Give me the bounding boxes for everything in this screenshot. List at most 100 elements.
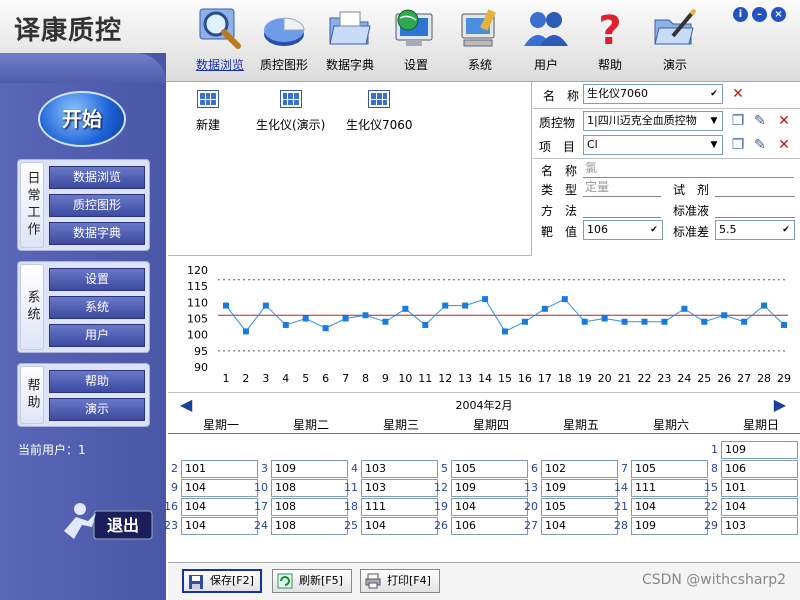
magnifier-icon <box>199 8 241 49</box>
refresh-button[interactable]: 刷新[F5] <box>272 569 352 593</box>
day-value-input[interactable]: 105 <box>541 498 618 516</box>
users-icon <box>524 12 568 46</box>
sidebar-item-settings[interactable]: 设置 <box>49 268 145 291</box>
standard-value <box>715 200 795 218</box>
list-item-analyzer-7060[interactable]: 生化仪7060 <box>346 90 413 133</box>
day-value-input[interactable]: 109 <box>631 517 708 535</box>
edit-icon[interactable]: ✎ <box>751 112 769 130</box>
start-button[interactable]: 开始 <box>38 91 126 147</box>
data-point <box>342 315 349 322</box>
day-value-input[interactable]: 104 <box>181 498 258 516</box>
check-icon: ✔ <box>710 89 718 99</box>
sidebar-item-data-dictionary[interactable]: 数据字典 <box>49 222 145 245</box>
x-tick-label: 1 <box>223 372 230 385</box>
day-value-input[interactable]: 104 <box>721 498 798 516</box>
day-value-input[interactable]: 108 <box>271 517 348 535</box>
day-value-input[interactable]: 104 <box>631 498 708 516</box>
item-select[interactable]: Cl ▼ <box>583 135 723 155</box>
day-value-input[interactable]: 109 <box>541 479 618 497</box>
sidebar-item-help[interactable]: 帮助 <box>49 370 145 393</box>
day-value-input[interactable]: 108 <box>271 479 348 497</box>
copy-icon[interactable]: ❐ <box>729 136 747 154</box>
question-icon: ? <box>598 8 621 52</box>
sd-field[interactable]: 5.5 ✔ <box>715 220 795 240</box>
calendar-day: 20 105 <box>524 498 618 516</box>
day-value-input[interactable]: 111 <box>361 498 438 516</box>
qc-material-select[interactable]: 1|四川迈克全血质控物 ▼ <box>583 111 723 131</box>
day-value-input[interactable]: 103 <box>721 517 798 535</box>
target-field[interactable]: 106 ✔ <box>583 220 663 240</box>
day-value-input[interactable]: 102 <box>541 460 618 478</box>
day-value-input[interactable]: 106 <box>721 460 798 478</box>
day-value-input[interactable]: 101 <box>181 460 258 478</box>
toolbar-button-demo[interactable]: 演示 <box>643 6 707 76</box>
x-tick-label: 12 <box>438 372 452 385</box>
minimize-button[interactable]: – <box>752 7 767 22</box>
info-button[interactable]: i <box>733 7 748 22</box>
toolbar-label: 系统 <box>467 58 492 72</box>
delete-icon[interactable]: ✕ <box>775 112 793 130</box>
calendar-day: 14 111 <box>614 479 708 497</box>
close-button[interactable]: × <box>771 7 786 22</box>
day-number: 16 <box>164 500 178 513</box>
toolbar-button-data-dictionary[interactable]: 数据字典 <box>318 6 382 76</box>
app-title: 译康质控 <box>14 16 123 46</box>
copy-icon[interactable]: ❐ <box>729 112 747 130</box>
exit-button[interactable]: 退出 <box>60 501 154 545</box>
list-item-new[interactable]: 新建 <box>196 90 220 133</box>
day-value-input[interactable]: 109 <box>451 479 528 497</box>
toolbar-button-qc-graph[interactable]: 质控图形 <box>252 6 316 76</box>
day-value-input[interactable]: 104 <box>181 479 258 497</box>
delete-icon[interactable]: ✕ <box>775 136 793 154</box>
printer-icon <box>365 573 381 589</box>
type-value: 定量 <box>583 179 661 197</box>
method-label: 方 法 <box>541 204 578 218</box>
sidebar-item-users[interactable]: 用户 <box>49 324 145 347</box>
sidebar-item-system[interactable]: 系统 <box>49 296 145 319</box>
sidebar-item-qc-graph[interactable]: 质控图形 <box>49 194 145 217</box>
toolbar-button-settings[interactable]: 设置 <box>384 6 448 76</box>
save-button[interactable]: 保存[F2] <box>182 569 262 593</box>
day-value-input[interactable]: 104 <box>181 517 258 535</box>
standard-label: 标准液 <box>673 204 710 218</box>
monitor-globe-icon <box>395 9 433 46</box>
day-value-input[interactable]: 106 <box>451 517 528 535</box>
data-point <box>661 318 668 325</box>
toolbar-button-data-browse[interactable]: 数据浏览 <box>188 6 252 76</box>
toolbar-button-users[interactable]: 用户 <box>514 6 578 76</box>
toolbar-button-system[interactable]: 系统 <box>448 6 512 76</box>
day-value-input[interactable]: 111 <box>631 479 708 497</box>
day-value-input[interactable]: 105 <box>631 460 708 478</box>
list-item-demo-analyzer[interactable]: 生化仪(演示) <box>256 90 325 133</box>
day-value-input[interactable]: 109 <box>271 460 348 478</box>
print-button[interactable]: 打印[F4] <box>360 569 440 593</box>
svg-text:?: ? <box>598 8 621 52</box>
toolbar-label: 质控图形 <box>259 58 308 72</box>
data-point <box>482 296 489 303</box>
x-tick-label: 14 <box>478 372 492 385</box>
x-tick-label: 5 <box>302 372 309 385</box>
day-value-input[interactable]: 108 <box>271 498 348 516</box>
x-tick-label: 21 <box>618 372 632 385</box>
sidebar-item-demo[interactable]: 演示 <box>49 398 145 421</box>
day-value-input[interactable]: 101 <box>721 479 798 497</box>
day-value-input[interactable]: 105 <box>451 460 528 478</box>
group-help: 帮助 帮助 演示 <box>17 363 150 427</box>
sidebar-item-data-browse[interactable]: 数据浏览 <box>49 166 145 189</box>
x-tick-label: 23 <box>657 372 671 385</box>
edit-icon[interactable]: ✎ <box>751 136 769 154</box>
name-field[interactable]: 生化仪7060 ✔ <box>583 84 723 104</box>
y-tick-label: 105 <box>187 313 208 326</box>
check-icon: ✔ <box>782 225 790 235</box>
day-value-input[interactable]: 103 <box>361 479 438 497</box>
toolbar-button-help[interactable]: ? 帮助 <box>578 6 642 76</box>
delete-icon[interactable]: ✕ <box>729 85 747 103</box>
day-value-input[interactable]: 104 <box>541 517 618 535</box>
day-number: 24 <box>254 519 268 532</box>
next-month-arrow-icon[interactable]: ▶ <box>774 395 786 414</box>
day-value-input[interactable]: 104 <box>451 498 528 516</box>
sd-value: 5.5 <box>719 223 737 236</box>
day-value-input[interactable]: 104 <box>361 517 438 535</box>
day-value-input[interactable]: 109 <box>721 441 798 459</box>
day-value-input[interactable]: 103 <box>361 460 438 478</box>
